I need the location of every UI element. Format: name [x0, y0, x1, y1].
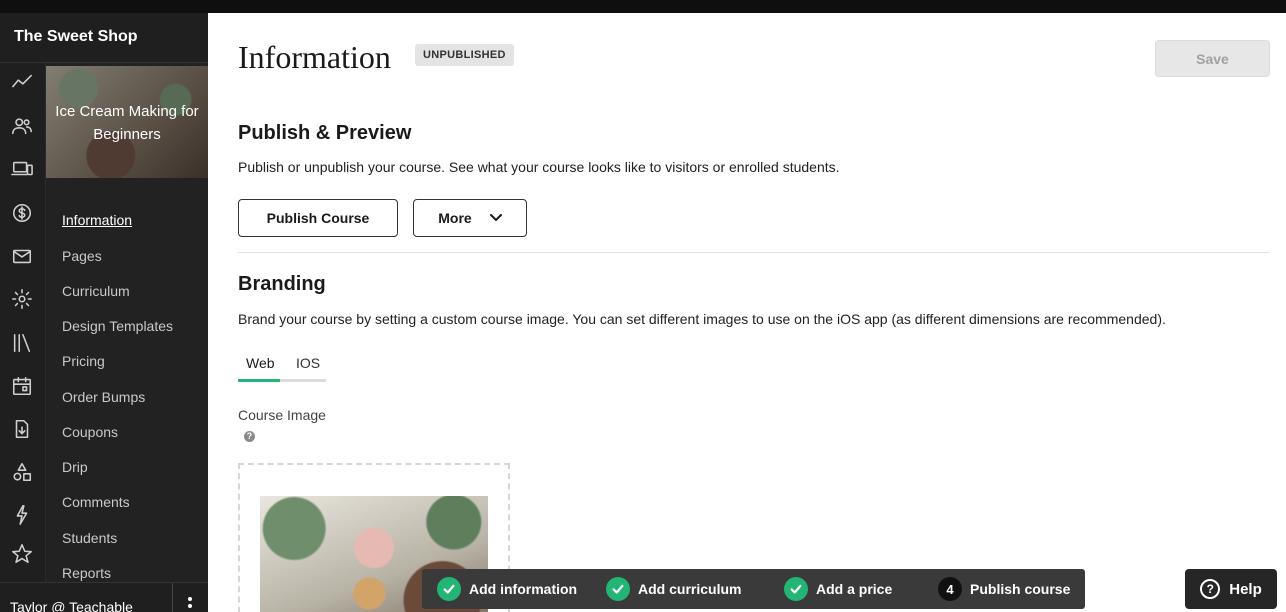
lightning-icon[interactable]	[9, 502, 35, 528]
checklist-step-curriculum[interactable]: Add curriculum	[606, 577, 741, 601]
nav-item-pages[interactable]: Pages	[62, 248, 102, 264]
check-icon	[606, 577, 630, 601]
nav-item-information[interactable]: Information	[62, 212, 132, 228]
help-label: Help	[1229, 580, 1262, 598]
checklist-step-price[interactable]: Add a price	[784, 577, 892, 601]
nav-item-reports[interactable]: Reports	[62, 565, 111, 581]
save-button[interactable]: Save	[1155, 40, 1270, 77]
nav-item-pricing[interactable]: Pricing	[62, 353, 105, 369]
check-icon	[437, 577, 461, 601]
image-tabs: Web IOS	[238, 355, 326, 383]
mail-icon[interactable]	[9, 243, 35, 269]
help-button[interactable]: ? Help	[1185, 569, 1277, 609]
library-icon[interactable]	[9, 330, 35, 356]
users-icon[interactable]	[9, 113, 35, 139]
nav-item-drip[interactable]: Drip	[62, 459, 88, 475]
more-button-label: More	[438, 210, 472, 226]
course-title: Ice Cream Making for Beginners	[55, 103, 199, 143]
more-button[interactable]: More	[413, 199, 527, 237]
nav-item-curriculum[interactable]: Curriculum	[62, 283, 130, 299]
top-bar	[0, 0, 1286, 13]
devices-icon[interactable]	[9, 156, 35, 182]
help-tooltip-icon[interactable]: ?	[244, 431, 255, 442]
step-label: Add curriculum	[638, 581, 742, 597]
tab-ios[interactable]: IOS	[296, 355, 320, 371]
nav-item-coupons[interactable]: Coupons	[62, 424, 118, 440]
tab-active-indicator	[238, 379, 280, 382]
dollar-icon[interactable]	[9, 200, 35, 226]
step-label: Add a price	[816, 581, 893, 597]
nav-item-comments[interactable]: Comments	[62, 494, 130, 510]
publish-course-button[interactable]: Publish Course	[238, 199, 398, 237]
course-thumbnail[interactable]: Ice Cream Making for Beginners	[46, 66, 208, 178]
download-icon[interactable]	[9, 416, 35, 442]
publish-description: Publish or unpublish your course. See wh…	[238, 159, 840, 175]
tab-web[interactable]: Web	[246, 355, 275, 371]
user-name[interactable]: Taylor @ Teachable	[10, 599, 133, 612]
setup-checklist: Add information Add curriculum Add a pri…	[422, 569, 1085, 609]
nav-item-students[interactable]: Students	[62, 530, 117, 546]
checklist-step-publish[interactable]: 4 Publish course	[938, 577, 1070, 601]
nav-item-design-templates[interactable]: Design Templates	[62, 318, 173, 334]
footer-divider	[172, 583, 173, 612]
check-icon	[784, 577, 808, 601]
branding-heading: Branding	[238, 273, 326, 295]
step-label: Add information	[469, 581, 578, 597]
school-name[interactable]: The Sweet Shop	[0, 13, 208, 63]
step-label: Publish course	[970, 581, 1071, 597]
publish-heading: Publish & Preview	[238, 122, 412, 144]
section-divider	[238, 252, 1270, 253]
checklist-step-information[interactable]: Add information	[437, 577, 577, 601]
course-image-label: Course Image	[238, 407, 326, 423]
analytics-icon[interactable]	[9, 69, 35, 95]
kebab-menu-icon[interactable]	[188, 597, 194, 611]
nav-item-order-bumps[interactable]: Order Bumps	[62, 389, 145, 405]
status-badge: UNPUBLISHED	[415, 44, 514, 66]
icon-rail	[0, 13, 46, 612]
shapes-icon[interactable]	[9, 459, 35, 485]
sidebar-footer: Taylor @ Teachable	[0, 582, 208, 612]
star-icon[interactable]	[9, 541, 35, 567]
page-title: Information	[238, 39, 391, 75]
settings-icon[interactable]	[9, 286, 35, 312]
branding-description: Brand your course by setting a custom co…	[238, 311, 1166, 327]
calendar-icon[interactable]	[9, 373, 35, 399]
chevron-down-icon	[489, 214, 502, 222]
question-icon: ?	[1200, 579, 1221, 599]
step-number: 4	[938, 577, 962, 601]
main-content: Information UNPUBLISHED Save Publish & P…	[208, 13, 1286, 612]
